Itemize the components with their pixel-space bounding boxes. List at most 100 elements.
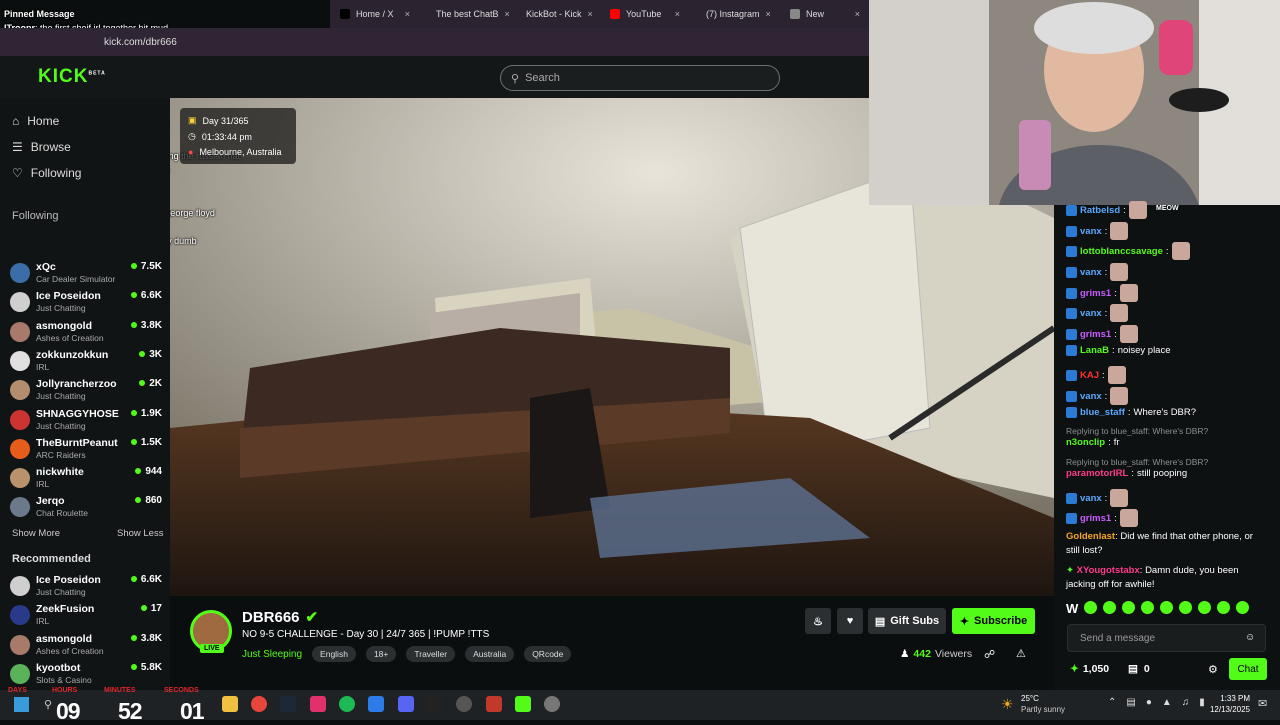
close-tab-icon[interactable]: × [675,9,680,19]
emote-icon[interactable] [1103,601,1117,614]
app-icon[interactable] [456,696,472,712]
volume-icon[interactable]: ♫ [1182,697,1190,708]
microphone-icon[interactable]: ● [1146,697,1152,708]
sidebar-item-browse[interactable]: ☰ Browse [12,140,71,154]
taskbar-search-icon[interactable]: ⚲ [44,698,52,711]
notification-icon[interactable]: ✉ [1258,697,1267,710]
steam-icon[interactable] [280,696,296,712]
sidebar-channel[interactable]: kyootbot Slots & Casino 5.8K [10,660,162,688]
settings-icon[interactable] [544,696,560,712]
tag-chip[interactable]: QRcode [524,646,572,662]
chrome-icon[interactable] [251,696,267,712]
chat-message-input[interactable]: Send a message [1067,624,1266,652]
chat-username[interactable]: vanx [1080,226,1102,237]
close-tab-icon[interactable]: × [588,9,593,19]
share-icon[interactable]: ☍ [984,648,995,661]
chevron-up-icon[interactable]: ⌃ [1108,697,1116,708]
wifi-icon[interactable]: ▲ [1162,697,1172,708]
weather-icon[interactable]: ☀ [1001,696,1014,713]
emote-icon[interactable] [1122,601,1136,614]
emote-icon[interactable] [1236,601,1250,614]
emote-icon[interactable] [1141,601,1155,614]
sidebar-channel[interactable]: nickwhite IRL 944 [10,464,162,492]
sidebar-channel[interactable]: asmongold Ashes of Creation 3.8K [10,631,162,659]
chat-username[interactable]: grims1 [1080,513,1111,524]
sidebar-item-home[interactable]: ⌂ Home [12,114,59,128]
report-icon[interactable]: ⚠ [1016,647,1026,660]
chat-username[interactable]: grims1 [1080,288,1111,299]
browser-tab[interactable]: New × [780,0,870,28]
chat-username[interactable]: Ratbelsd [1080,205,1120,216]
tag-chip[interactable]: Traveller [406,646,456,662]
w-emote-icon[interactable]: W [1066,601,1078,617]
emote-icon[interactable] [1179,601,1193,614]
chat-username[interactable]: vanx [1080,391,1102,402]
terminal-icon[interactable] [427,696,443,712]
gift-subs-button[interactable]: ▤ Gift Subs [868,608,946,634]
sidebar-channel[interactable]: asmongold Ashes of Creation 3.8K [10,318,162,346]
chat-username[interactable]: n3onclip [1066,437,1105,448]
tag-chip[interactable]: 18+ [365,646,397,662]
show-more-link[interactable]: Show More [12,528,60,539]
chat-username[interactable]: Goldenlast [1066,531,1115,542]
emoji-picker-icon[interactable]: ☺ [1245,632,1255,643]
sidebar-channel[interactable]: SHNAGGYHOSE Just Chatting 1.9K [10,406,162,434]
streamer-name[interactable]: DBR666 ✔ [242,608,318,627]
netflix-icon[interactable] [486,696,502,712]
chat-settings-icon[interactable]: ⚙ [1208,663,1218,676]
bluetooth-app-icon[interactable] [368,696,384,712]
emote-icon[interactable] [1198,601,1212,614]
sidebar-channel[interactable]: Jerqo Chat Roulette 860 [10,493,162,521]
close-tab-icon[interactable]: × [855,9,860,19]
windows-start-icon[interactable] [14,697,29,712]
chat-username[interactable]: vanx [1080,308,1102,319]
chat-username[interactable]: vanx [1080,493,1102,504]
search-input[interactable]: ⚲ Search [500,65,780,91]
spotify-icon[interactable] [339,696,355,712]
drops-counter[interactable]: ▤ 0 [1128,663,1150,675]
emote-icon[interactable] [1160,601,1174,614]
sidebar-channel[interactable]: ZeekFusion IRL 17 [10,601,162,629]
discord-icon[interactable] [398,696,414,712]
subscribe-button[interactable]: ✦ Subscribe [952,608,1035,634]
kick-app-icon[interactable] [515,696,531,712]
sidebar-channel[interactable]: Jollyrancherzoo Just Chatting 2K [10,376,162,404]
instagram-icon[interactable] [310,696,326,712]
chat-username[interactable]: paramotorIRL [1066,468,1128,479]
tag-chip[interactable]: Australia [465,646,515,662]
sidebar-channel[interactable]: Ice Poseidon Just Chatting 6.6K [10,572,162,600]
chat-username[interactable]: XYougotstabx [1077,565,1140,576]
system-tray[interactable]: ⌃ ▤ ● ▲ ♫ ▮ [1108,697,1205,708]
sidebar-channel[interactable]: zokkunzokkun IRL 3K [10,347,162,375]
chat-username[interactable]: vanx [1080,267,1102,278]
close-tab-icon[interactable]: × [766,9,771,19]
file-explorer-icon[interactable] [222,696,238,712]
chat-username[interactable]: LanaB [1080,345,1109,356]
sidebar-item-following[interactable]: ♡ Following [12,166,81,180]
chat-send-button[interactable]: Chat [1229,658,1267,680]
chat-username[interactable]: KAJ [1080,370,1099,381]
sidebar-channel[interactable]: Ice Poseidon Just Chatting 6.6K [10,288,162,316]
browser-tab[interactable]: KickBot - Kick × [510,0,600,28]
chat-username[interactable]: grims1 [1080,329,1111,340]
url-bar[interactable]: kick.com/dbr666 [0,28,870,56]
category-link[interactable]: Just Sleeping [242,649,302,660]
browser-tab[interactable]: YouTube × [600,0,690,28]
chat-username[interactable]: lottoblanccsavage [1080,246,1163,257]
sidebar-channel[interactable]: TheBurntPeanut ARC Raiders 1.5K [10,435,162,463]
tag-chip[interactable]: English [312,646,356,662]
network-icon[interactable]: ▤ [1126,697,1135,708]
follow-button[interactable]: ♥ [837,608,863,634]
sidebar-channel[interactable]: xQc Car Dealer Simulator 7.5K [10,259,162,287]
channel-points[interactable]: ✦ 1,050 [1070,663,1109,675]
emote-icon[interactable] [1084,601,1098,614]
browser-tab[interactable]: Home / X × [330,0,420,28]
emote-icon[interactable] [1217,601,1231,614]
browser-tab[interactable]: (7) Instagram × [690,0,780,28]
chat-username[interactable]: blue_staff [1080,407,1125,418]
browser-tab[interactable]: The best ChatB × [420,0,510,28]
show-less-link[interactable]: Show Less [117,528,163,539]
notification-bell-button[interactable]: ♨ [805,608,831,634]
kick-logo[interactable]: KICKBETA [38,66,106,88]
close-tab-icon[interactable]: × [405,9,410,19]
